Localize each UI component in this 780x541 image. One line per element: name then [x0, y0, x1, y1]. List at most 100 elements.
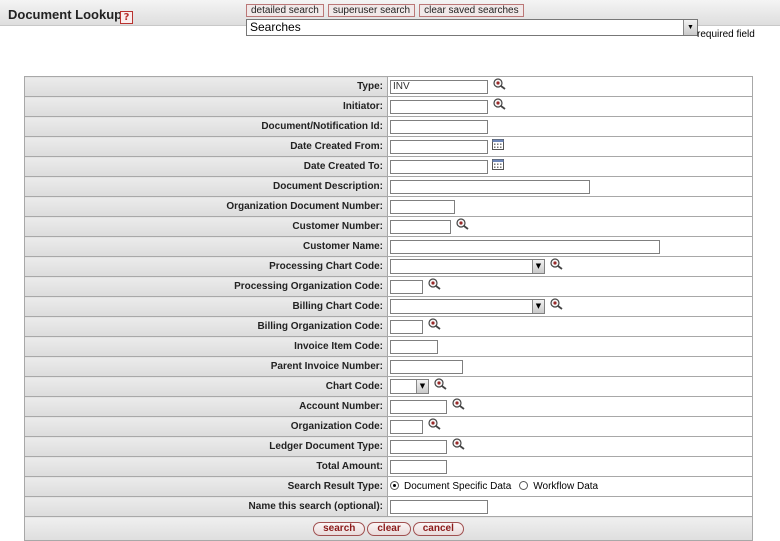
lookup-magnifier-icon[interactable] — [550, 297, 563, 310]
field-label-ledger-document-type: Ledger Document Type: — [24, 436, 388, 457]
field-label-parent-invoice-number: Parent Invoice Number: — [24, 356, 388, 377]
document-notification-id-input[interactable] — [390, 119, 488, 134]
field-label-customer-name: Customer Name: — [24, 236, 388, 257]
form-row-processing-chart-code: Processing Chart Code: ▼ — [24, 256, 753, 277]
billing-organization-code-input[interactable] — [390, 319, 423, 334]
field-label-document-description: Document Description: — [24, 176, 388, 197]
page-title: Document Lookup — [8, 7, 123, 22]
lookup-magnifier-icon[interactable] — [428, 317, 441, 330]
processing-chart-code-select[interactable]: ▼ — [390, 259, 545, 274]
field-cell-billing-chart-code: ▼ — [387, 296, 753, 317]
lookup-magnifier-icon[interactable] — [428, 277, 441, 290]
chart-code-select[interactable]: ▼ — [390, 379, 429, 394]
field-label-initiator: Initiator: — [24, 96, 388, 117]
form-row-total-amount: Total Amount: — [24, 456, 753, 477]
field-label-customer-number: Customer Number: — [24, 216, 388, 237]
field-label-date-created-from: Date Created From: — [24, 136, 388, 157]
help-icon[interactable]: ? — [120, 11, 133, 24]
customer-name-input[interactable] — [390, 239, 660, 254]
lookup-magnifier-icon[interactable] — [452, 437, 465, 450]
chevron-down-icon[interactable]: ▼ — [532, 260, 544, 273]
button-row: search clear cancel — [24, 516, 753, 541]
form-row-initiator: Initiator: — [24, 96, 753, 117]
lookup-form: Type: INV Initiator: Document/Notification … — [24, 76, 753, 541]
clear-button[interactable]: clear — [367, 521, 411, 536]
field-cell-search-result-type: Document Specific Data Workflow Data — [387, 476, 753, 497]
customer-number-input[interactable] — [390, 219, 451, 234]
field-label-chart-code: Chart Code: — [24, 376, 388, 397]
calendar-icon[interactable] — [492, 138, 504, 150]
lookup-magnifier-icon[interactable] — [456, 217, 469, 230]
form-row-customer-number: Customer Number: — [24, 216, 753, 237]
cancel-button[interactable]: cancel — [412, 521, 464, 536]
field-cell-processing-organization-code — [387, 276, 753, 297]
field-cell-initiator — [387, 96, 753, 117]
form-row-ledger-document-type: Ledger Document Type: — [24, 436, 753, 457]
organization-document-number-input[interactable] — [390, 199, 455, 214]
form-row-document-notification-id: Document/Notification Id: — [24, 116, 753, 137]
chevron-down-icon[interactable]: ▼ — [532, 300, 544, 313]
field-label-date-created-to: Date Created To: — [24, 156, 388, 177]
date-created-from-input[interactable] — [390, 139, 488, 154]
lookup-magnifier-icon[interactable] — [550, 257, 563, 270]
form-row-name-this-search-optional: Name this search (optional): — [24, 496, 753, 517]
ledger-document-type-input[interactable] — [390, 439, 447, 454]
form-row-account-number: Account Number: — [24, 396, 753, 417]
chevron-down-icon[interactable]: ▼ — [683, 20, 697, 35]
field-cell-organization-code — [387, 416, 753, 437]
field-cell-date-created-to — [387, 156, 753, 177]
required-field-note: required field — [697, 29, 755, 40]
field-cell-customer-name — [387, 236, 753, 257]
invoice-item-code-input[interactable] — [390, 339, 438, 354]
document-description-input[interactable] — [390, 179, 590, 194]
lookup-magnifier-icon[interactable] — [452, 397, 465, 410]
form-row-billing-chart-code: Billing Chart Code: ▼ — [24, 296, 753, 317]
saved-searches-select[interactable]: Searches ▼ — [246, 19, 698, 36]
total-amount-input[interactable] — [390, 459, 447, 474]
initiator-input[interactable] — [390, 99, 488, 114]
button-bar: search clear cancel — [24, 516, 753, 541]
radio-document-specific-data[interactable] — [390, 480, 399, 490]
radio-workflow-data[interactable] — [519, 480, 529, 490]
lookup-magnifier-icon[interactable] — [428, 417, 441, 430]
field-cell-invoice-item-code — [387, 336, 753, 357]
clear-saved-searches-button[interactable]: clear saved searches — [419, 4, 524, 17]
field-label-invoice-item-code: Invoice Item Code: — [24, 336, 388, 357]
detailed-search-button[interactable]: detailed search — [246, 4, 324, 17]
form-row-date-created-from: Date Created From: — [24, 136, 753, 157]
field-label-search-result-type: Search Result Type: — [24, 476, 388, 497]
chevron-down-icon[interactable]: ▼ — [416, 380, 428, 393]
type-input[interactable]: INV — [390, 79, 488, 94]
lookup-magnifier-icon[interactable] — [493, 77, 506, 90]
form-row-search-result-type: Search Result Type: Document Specific Dat… — [24, 476, 753, 497]
form-row-invoice-item-code: Invoice Item Code: — [24, 336, 753, 357]
name-this-search-optional-input[interactable] — [390, 499, 488, 514]
form-row-chart-code: Chart Code: ▼ — [24, 376, 753, 397]
form-row-parent-invoice-number: Parent Invoice Number: — [24, 356, 753, 377]
field-cell-parent-invoice-number — [387, 356, 753, 377]
lookup-magnifier-icon[interactable] — [434, 377, 447, 390]
field-label-total-amount: Total Amount: — [24, 456, 388, 477]
account-number-input[interactable] — [390, 399, 447, 414]
field-cell-total-amount — [387, 456, 753, 477]
form-row-organization-code: Organization Code: — [24, 416, 753, 437]
field-label-account-number: Account Number: — [24, 396, 388, 417]
field-label-billing-chart-code: Billing Chart Code: — [24, 296, 388, 317]
processing-organization-code-input[interactable] — [390, 279, 423, 294]
billing-chart-code-select[interactable]: ▼ — [390, 299, 545, 314]
field-cell-customer-number — [387, 216, 753, 237]
form-row-processing-organization-code: Processing Organization Code: — [24, 276, 753, 297]
field-label-processing-chart-code: Processing Chart Code: — [24, 256, 388, 277]
calendar-icon[interactable] — [492, 158, 504, 170]
date-created-to-input[interactable] — [390, 159, 488, 174]
field-cell-processing-chart-code: ▼ — [387, 256, 753, 277]
superuser-search-button[interactable]: superuser search — [327, 4, 416, 17]
search-button[interactable]: search — [313, 521, 366, 536]
organization-code-input[interactable] — [390, 419, 423, 434]
saved-searches-value: Searches — [250, 20, 301, 34]
form-row-date-created-to: Date Created To: — [24, 156, 753, 177]
field-cell-document-description — [387, 176, 753, 197]
parent-invoice-number-input[interactable] — [390, 359, 463, 374]
radio-label-workflow-data: Workflow Data — [533, 481, 599, 492]
lookup-magnifier-icon[interactable] — [493, 97, 506, 110]
